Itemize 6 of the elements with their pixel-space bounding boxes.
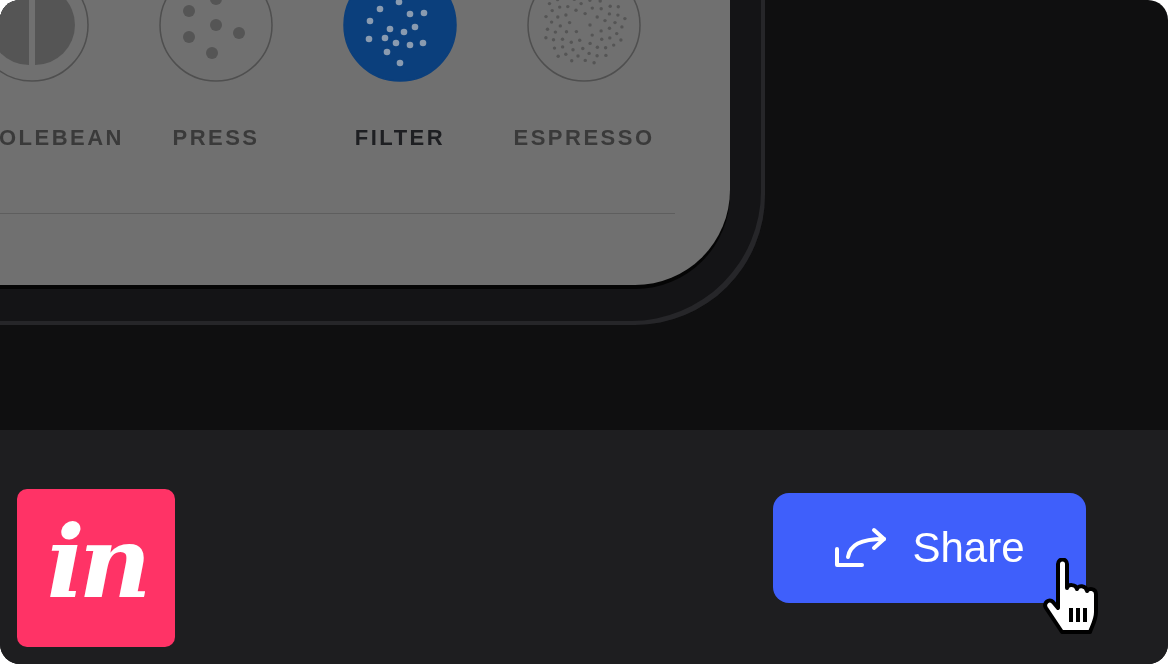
logo: in [17, 489, 175, 647]
grind-option-icon[interactable] [526, 0, 642, 83]
grind-option-label[interactable]: FILTER [308, 125, 492, 151]
grind-option-icon[interactable] [158, 0, 274, 83]
share-button[interactable]: Share [773, 493, 1086, 603]
grind-option-icon[interactable] [342, 0, 458, 83]
